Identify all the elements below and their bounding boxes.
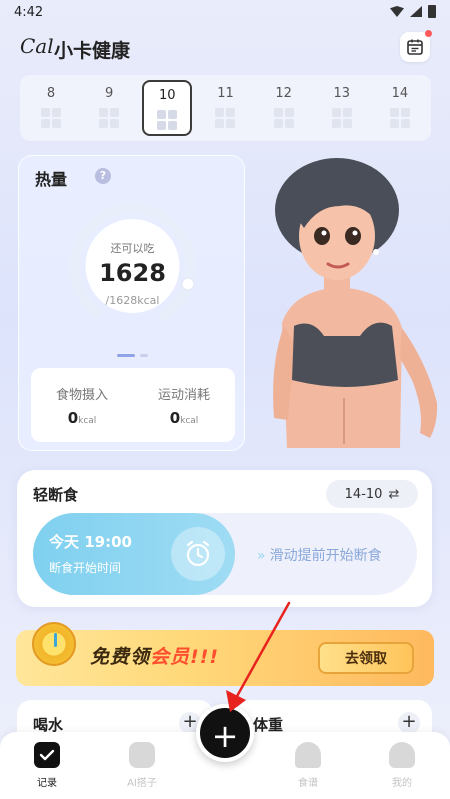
food-intake-value: 0 xyxy=(67,409,79,427)
exercise-burn: 运动消耗 0kcal xyxy=(157,388,210,427)
fasting-plan-toggle[interactable]: 14-10 ⇄ xyxy=(326,480,418,508)
tab-recipes[interactable]: 食谱 xyxy=(278,742,338,789)
signal-icon xyxy=(410,6,422,17)
fasting-start-time: 今天 19:00 xyxy=(49,533,132,551)
date-item[interactable]: 13 xyxy=(317,80,367,136)
tab-ai-buddy[interactable]: AI搭子 xyxy=(112,742,172,789)
day-grid-icon xyxy=(215,108,236,128)
stopwatch-icon xyxy=(32,622,76,666)
day-grid-icon xyxy=(331,108,352,128)
app-logo: Cal xyxy=(20,34,54,58)
date-item[interactable]: 14 xyxy=(375,80,425,136)
fasting-slider-handle[interactable]: 今天 19:00 断食开始时间 xyxy=(33,513,235,595)
calorie-target: /1628kcal xyxy=(105,294,160,307)
date-item[interactable]: 11 xyxy=(200,80,250,136)
vip-promo-text: 免费领会员!!! xyxy=(90,646,220,668)
fasting-slider-track[interactable]: 今天 19:00 断食开始时间 » 滑动提前开始断食 xyxy=(33,513,417,595)
user-icon xyxy=(389,742,415,768)
calorie-card[interactable]: 热量 ? 还可以吃 1628 /1628kcal 食物摄入 0kcal 运动消耗… xyxy=(18,155,245,451)
tab-profile[interactable]: 我的 xyxy=(372,742,432,789)
date-item[interactable]: 12 xyxy=(259,80,309,136)
calendar-check-icon xyxy=(34,742,60,768)
chat-bubble-icon xyxy=(129,742,155,768)
fasting-title: 轻断食 xyxy=(33,486,79,504)
avatar-illustration xyxy=(273,158,438,448)
alarm-clock-icon xyxy=(171,527,225,581)
fasting-card: 轻断食 14-10 ⇄ 今天 19:00 断食开始时间 » 滑动提前开始断食 xyxy=(17,470,432,607)
calorie-title: 热量 xyxy=(35,170,68,189)
intake-summary: 食物摄入 0kcal 运动消耗 0kcal xyxy=(31,368,235,442)
calendar-icon xyxy=(407,39,423,55)
wifi-icon xyxy=(390,6,404,17)
chef-hat-icon xyxy=(295,742,321,768)
exercise-burn-value: 0 xyxy=(169,409,181,427)
add-record-button[interactable]: + xyxy=(196,704,254,762)
date-strip: 8 9 10 11 12 13 14 xyxy=(20,75,431,141)
date-item-selected[interactable]: 10 xyxy=(142,80,193,136)
day-grid-icon xyxy=(99,108,120,128)
claim-vip-button[interactable]: 去领取 xyxy=(318,642,414,674)
fasting-slide-hint: » 滑动提前开始断食 xyxy=(257,548,382,564)
notification-dot xyxy=(425,30,432,37)
chevrons-right-icon: » xyxy=(257,548,266,564)
swap-icon: ⇄ xyxy=(388,486,400,502)
help-icon[interactable]: ? xyxy=(95,168,111,184)
day-grid-icon xyxy=(389,108,410,128)
app-header: Cal 小卡健康 xyxy=(20,30,432,66)
date-item[interactable]: 9 xyxy=(84,80,134,136)
battery-icon xyxy=(428,5,436,18)
date-item[interactable]: 8 xyxy=(26,80,76,136)
status-icons xyxy=(390,5,436,18)
app-title: 小卡健康 xyxy=(54,40,131,62)
status-time: 4:42 xyxy=(14,5,44,20)
day-grid-icon xyxy=(157,110,178,130)
food-intake: 食物摄入 0kcal xyxy=(55,388,108,427)
day-grid-icon xyxy=(273,108,294,128)
day-grid-icon xyxy=(41,108,61,128)
remaining-value: 1628 xyxy=(99,259,166,287)
card-pager xyxy=(19,354,246,357)
tab-record[interactable]: 记录 xyxy=(17,742,77,789)
remaining-label: 还可以吃 xyxy=(110,242,155,255)
fasting-start-label: 断食开始时间 xyxy=(49,561,122,575)
status-bar: 4:42 xyxy=(0,0,450,26)
add-weight-button[interactable]: + xyxy=(398,712,420,734)
calendar-button[interactable] xyxy=(400,30,432,62)
fasting-plan-value: 14-10 xyxy=(344,486,383,502)
vip-promo-banner[interactable]: 免费领会员!!! 去领取 xyxy=(16,622,434,686)
